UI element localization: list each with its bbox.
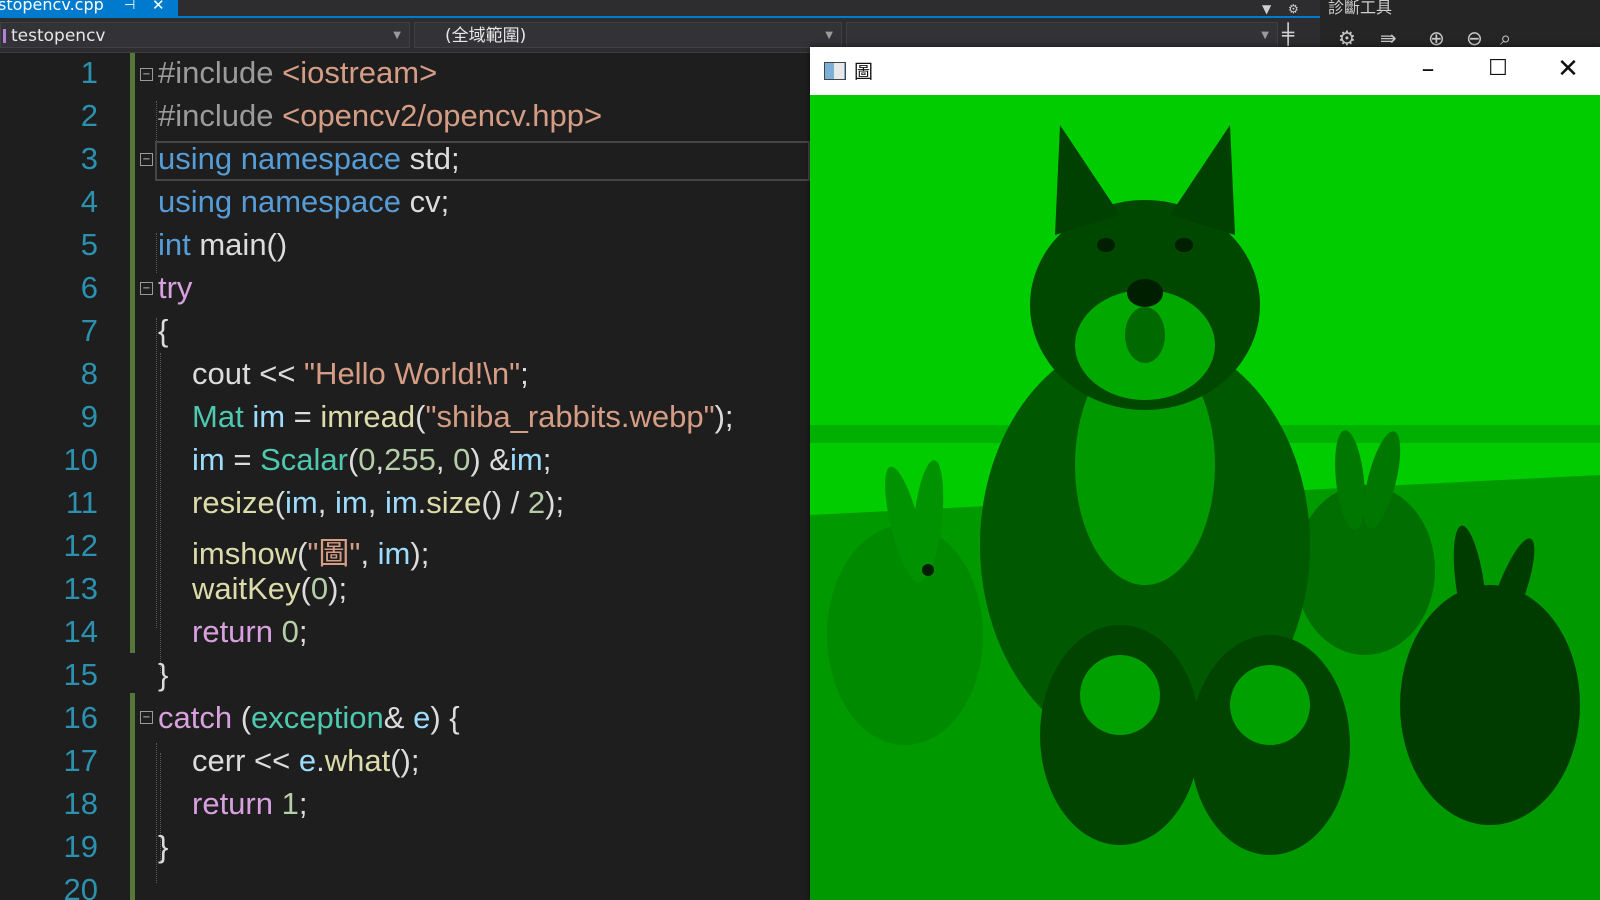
- code-line: return 0;: [192, 614, 308, 649]
- project-dropdown[interactable]: testopencv ▼: [0, 22, 410, 48]
- line-number: 13: [63, 571, 98, 606]
- indent-guide: [156, 101, 157, 141]
- line-number: 16: [63, 700, 98, 735]
- scope-dropdown-value: (全域範圍): [445, 26, 527, 46]
- code-line: int main(): [158, 227, 288, 262]
- dog-and-rabbits-image: [810, 95, 1600, 900]
- change-bar: [130, 353, 135, 653]
- code-line: waitKey(0);: [192, 571, 348, 606]
- line-number: 10: [63, 442, 98, 477]
- line-number: 12: [63, 528, 98, 563]
- code-line: }: [158, 657, 169, 692]
- code-line: using namespace cv;: [158, 184, 450, 219]
- code-line: Mat im = imread("shiba_rabbits.webp");: [192, 399, 734, 434]
- line-number: 4: [80, 184, 98, 219]
- line-number: 6: [80, 270, 98, 305]
- line-number: 14: [63, 614, 98, 649]
- code-line: }: [158, 829, 169, 864]
- chevron-down-icon: ▼: [393, 30, 401, 41]
- tab-label: stopencv.cpp: [0, 0, 104, 14]
- code-line: resize(im, im, im.size() / 2);: [192, 485, 565, 520]
- fold-toggle-icon[interactable]: −: [140, 153, 153, 166]
- code-line: {: [158, 313, 169, 348]
- minimize-button[interactable]: –: [1408, 53, 1448, 85]
- fold-toggle-icon[interactable]: −: [140, 711, 153, 724]
- fold-toggle-icon[interactable]: −: [140, 68, 153, 81]
- tab-stopencv-cpp[interactable]: stopencv.cpp ⊣ ✕: [0, 0, 178, 16]
- code-line: using namespace std;: [158, 141, 460, 176]
- line-number: 19: [63, 829, 98, 864]
- code-line: #include <opencv2/opencv.hpp>: [158, 98, 603, 133]
- code-line: try: [158, 270, 193, 305]
- project-icon: [3, 29, 6, 43]
- indent-guide: [160, 353, 161, 673]
- code-line: im = Scalar(0,255, 0) &im;: [192, 442, 552, 477]
- line-number: 1: [80, 55, 98, 90]
- gear-icon[interactable]: ⚙: [1288, 2, 1299, 16]
- code-line: cerr << e.what();: [192, 743, 420, 778]
- code-line: cout << "Hello World!\n";: [192, 356, 529, 391]
- maximize-button[interactable]: ☐: [1478, 53, 1518, 85]
- window-caption: 圖: [854, 61, 874, 83]
- code-line: catch (exception& e) {: [158, 700, 460, 735]
- line-number: 7: [80, 313, 98, 348]
- pin-icon[interactable]: ⊣: [124, 0, 135, 12]
- image-display: [810, 95, 1600, 900]
- line-number: 18: [63, 786, 98, 821]
- code-line: #include <iostream>: [158, 55, 438, 90]
- chevron-down-icon: ▼: [825, 30, 833, 41]
- line-number: 5: [80, 227, 98, 262]
- indent-guide: [156, 233, 157, 273]
- line-number: 2: [80, 98, 98, 133]
- close-icon[interactable]: ✕: [152, 0, 165, 13]
- indent-guide: [156, 743, 157, 883]
- member-dropdown[interactable]: ▼: [846, 22, 1278, 48]
- split-window-icon[interactable]: ╪: [1282, 22, 1294, 46]
- diagnostic-tools-title: 診斷工具: [1328, 0, 1393, 17]
- line-number: 20: [63, 872, 98, 900]
- change-bar: [130, 693, 135, 900]
- code-editor[interactable]: − − − − 1 2 3 4 5 6 7 8 9 10 11 12 13 14…: [0, 53, 810, 900]
- project-dropdown-value: testopencv: [11, 26, 106, 46]
- line-number: 17: [63, 743, 98, 778]
- line-number: 9: [80, 399, 98, 434]
- window-title-bar[interactable]: 圖 – ☐ ✕: [810, 47, 1600, 95]
- imshow-window[interactable]: 圖 – ☐ ✕: [810, 47, 1600, 900]
- code-line: return 1;: [192, 786, 308, 821]
- window-app-icon: [824, 62, 846, 80]
- code-line: imshow("圖", im);: [192, 536, 430, 571]
- close-window-button[interactable]: ✕: [1548, 53, 1588, 85]
- line-number: 8: [80, 356, 98, 391]
- chevron-down-icon: ▼: [1261, 30, 1269, 41]
- line-number: 11: [65, 485, 98, 520]
- indent-guide: [156, 318, 157, 628]
- tab-overflow-icon[interactable]: ▼: [1262, 2, 1271, 16]
- line-number: 15: [63, 657, 98, 692]
- scope-dropdown[interactable]: (全域範圍) ▼: [414, 22, 842, 48]
- line-number: 3: [80, 141, 98, 176]
- fold-toggle-icon[interactable]: −: [140, 282, 153, 295]
